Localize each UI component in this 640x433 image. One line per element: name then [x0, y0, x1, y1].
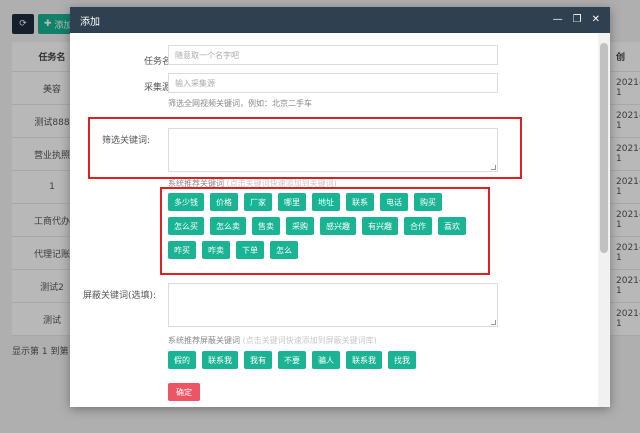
window-controls: — ❐ ✕: [553, 15, 600, 25]
highlight-box-recommended-tags: [160, 187, 490, 275]
confirm-button[interactable]: 确定: [168, 383, 200, 401]
block-tag-list: 假的 联系我 我有 不要 骗人 联系我 找我: [168, 351, 478, 369]
task-name-label: 任务名:: [143, 57, 174, 67]
dialog-header[interactable]: 添加 — ❐ ✕: [70, 7, 610, 33]
source-hint: 筛选全网视频关键词，例如：北京二手车: [168, 99, 312, 108]
block-keywords-textarea[interactable]: [168, 283, 498, 327]
maximize-icon[interactable]: ❐: [573, 15, 582, 25]
block-keyword-tag[interactable]: 联系我: [202, 351, 238, 369]
source-label: 采集源:: [143, 83, 174, 93]
minimize-icon[interactable]: —: [553, 15, 563, 25]
resize-handle-icon[interactable]: [491, 320, 496, 325]
add-task-dialog: 添加 — ❐ ✕ 任务名: 随意取一个名字吧 采集源: 输入采集源 筛选全网视频…: [70, 7, 610, 407]
block-keyword-tag[interactable]: 联系我: [346, 351, 382, 369]
block-keywords-label: 屏蔽关键词(选填):: [82, 291, 156, 301]
block-keyword-tag[interactable]: 骗人: [312, 351, 340, 369]
block-recommend-title: 系统推荐屏蔽关键词: [168, 336, 240, 345]
source-input[interactable]: 输入采集源: [168, 73, 498, 93]
scrollbar-thumb[interactable]: [600, 43, 608, 253]
block-keyword-tag[interactable]: 我有: [244, 351, 272, 369]
block-keyword-tag[interactable]: 找我: [388, 351, 416, 369]
task-name-input[interactable]: 随意取一个名字吧: [168, 45, 498, 65]
dialog-title: 添加: [80, 16, 100, 28]
block-recommend-sub: (点击关键词快速添加到屏蔽关键词库): [242, 336, 377, 345]
block-recommend-hint: 系统推荐屏蔽关键词 (点击关键词快速添加到屏蔽关键词库): [168, 335, 377, 346]
block-keyword-tag[interactable]: 不要: [278, 351, 306, 369]
dialog-scrollbar[interactable]: [598, 33, 610, 407]
dialog-body: 任务名: 随意取一个名字吧 采集源: 输入采集源 筛选全网视频关键词，例如：北京…: [70, 33, 598, 407]
highlight-box-keywords-field: [88, 117, 522, 179]
close-icon[interactable]: ✕: [592, 15, 600, 25]
block-keyword-tag[interactable]: 假的: [168, 351, 196, 369]
